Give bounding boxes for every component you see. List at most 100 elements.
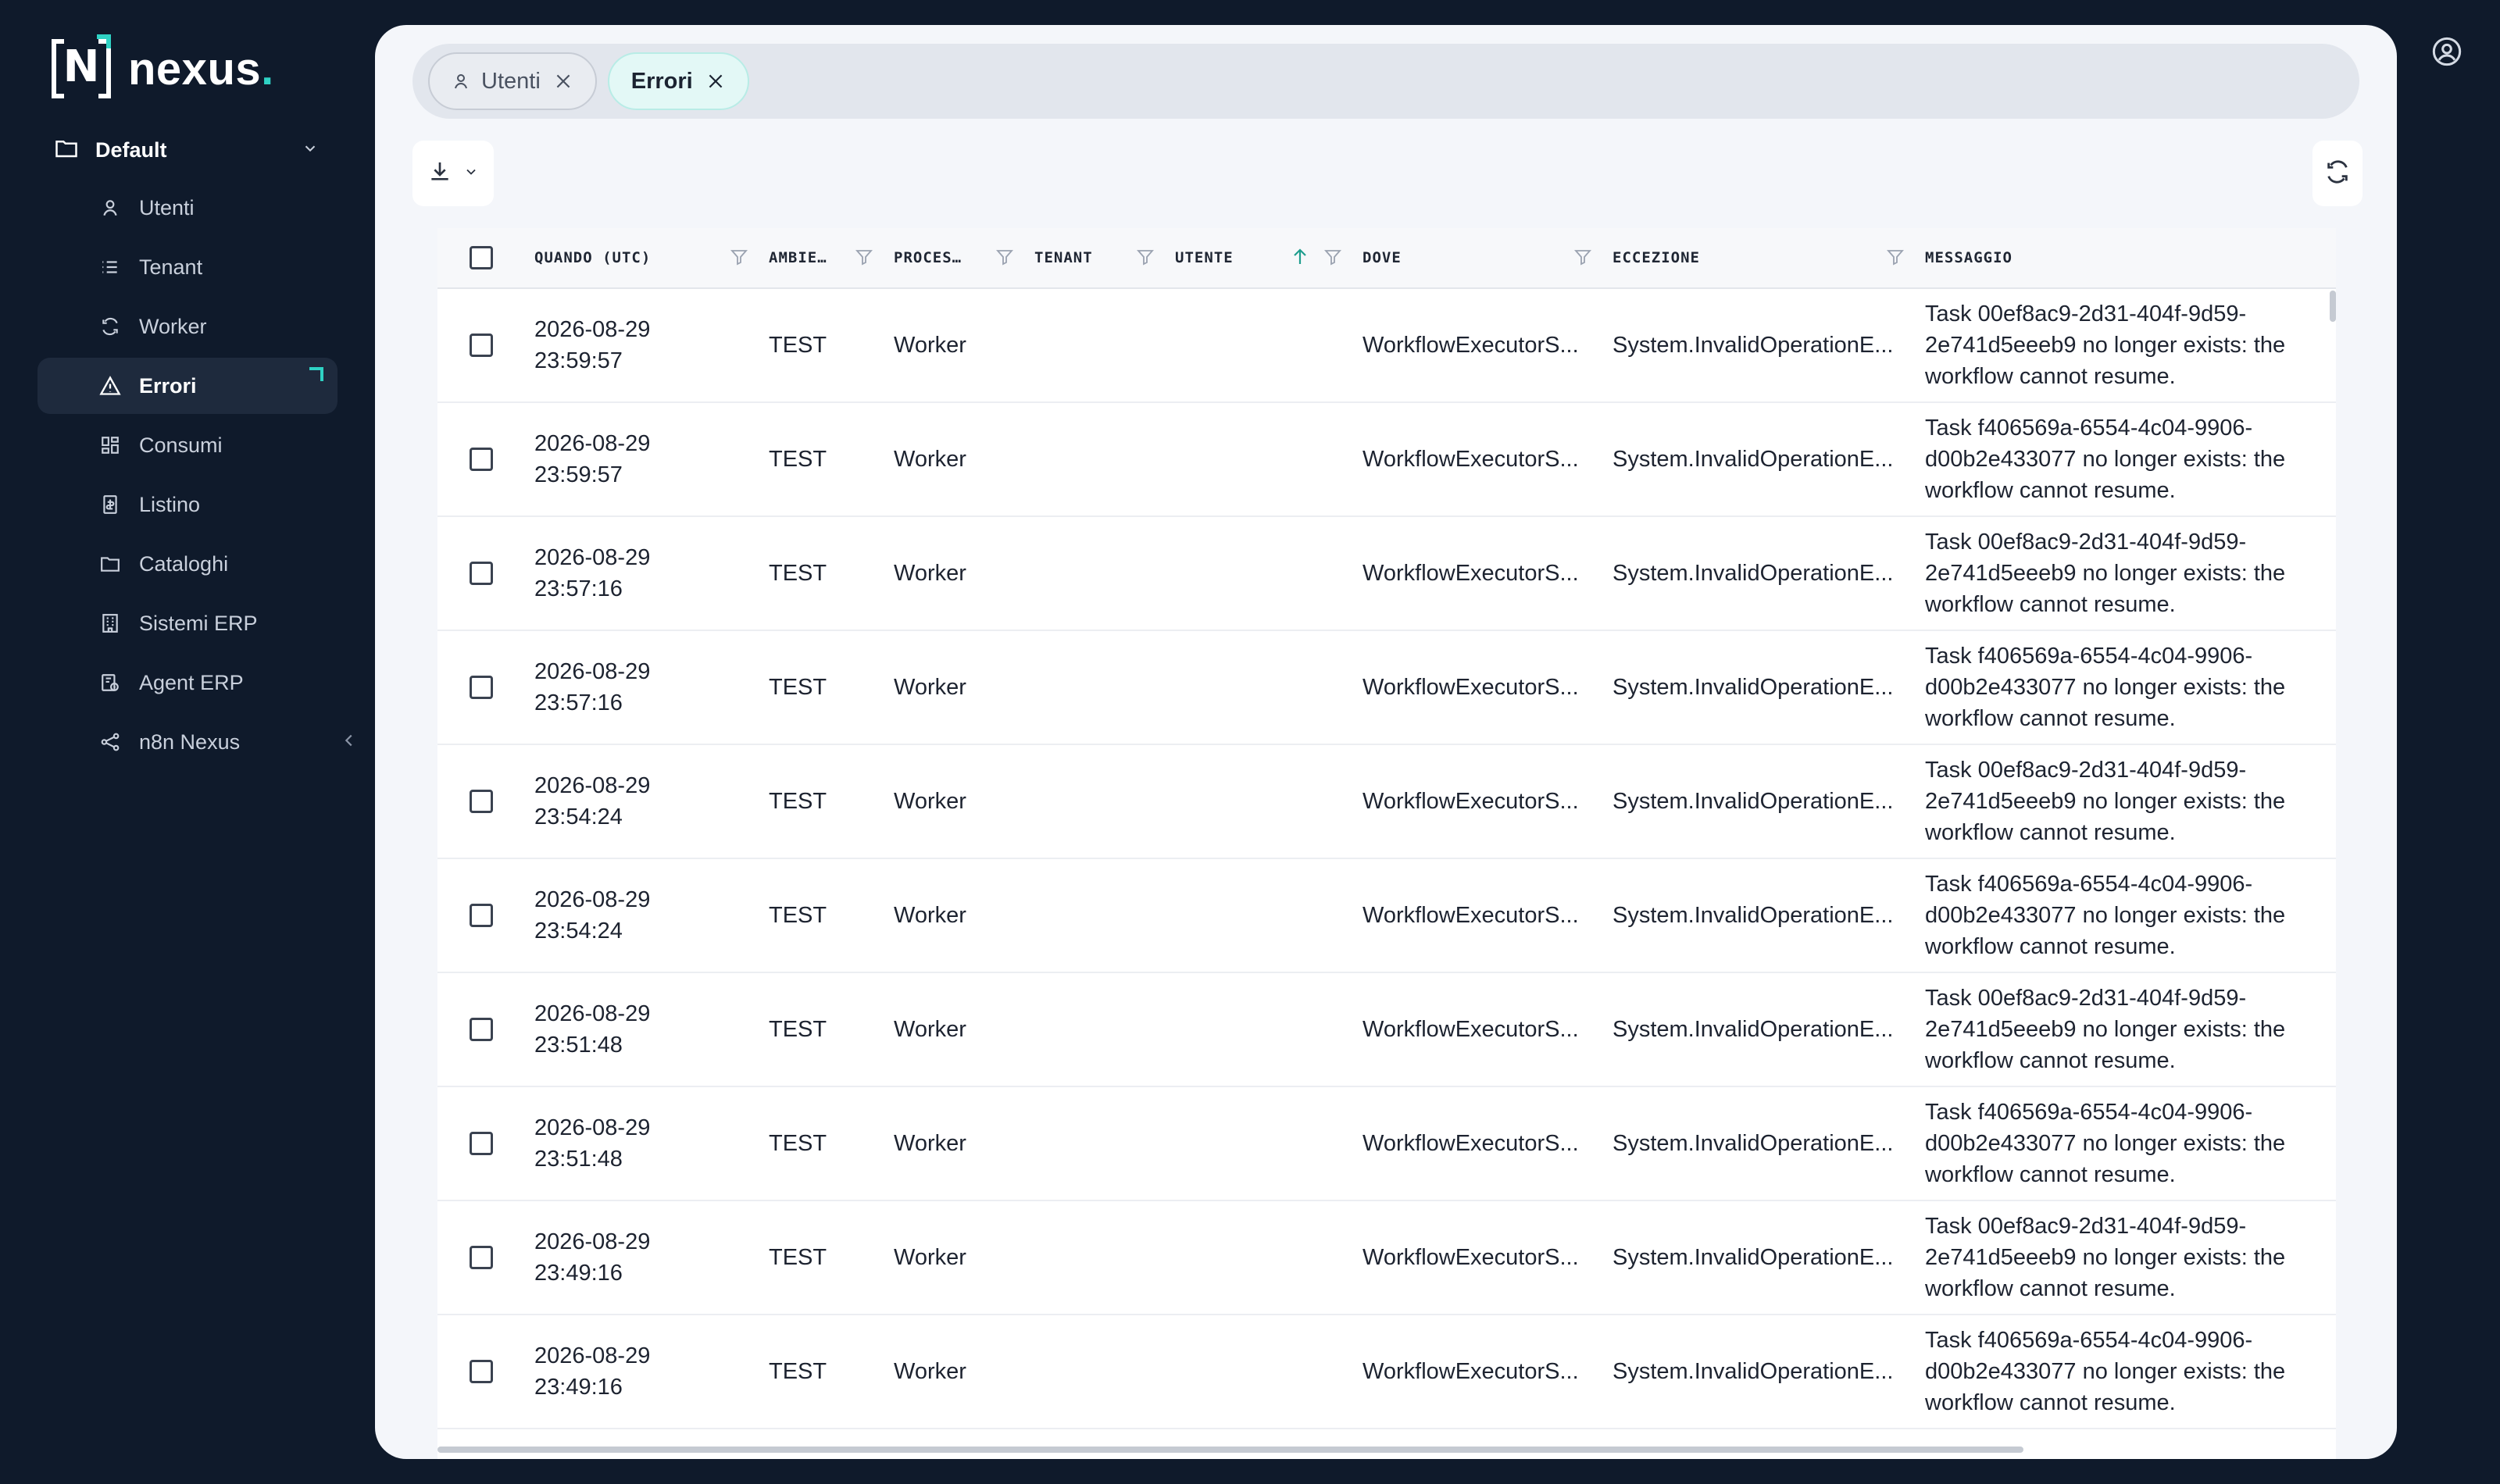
cell-where: WorkflowExecutorS... — [1353, 859, 1603, 972]
close-icon[interactable] — [705, 71, 726, 91]
filter-icon[interactable] — [1136, 247, 1155, 271]
table-row[interactable]: 2026-08-29 23:49:16 TEST Worker WorkflowExec… — [438, 1315, 2336, 1429]
column-header-environment[interactable]: AMBIE… — [759, 228, 884, 287]
filter-icon[interactable] — [1886, 247, 1905, 271]
row-checkbox[interactable] — [470, 904, 493, 927]
cell-date: 2026-08-29 — [534, 887, 651, 912]
sidebar-item-label: Cataloghi — [139, 551, 229, 576]
cell-environment: TEST — [769, 674, 827, 700]
column-header-label: UTENTE — [1175, 249, 1234, 266]
download-button[interactable] — [412, 141, 494, 206]
logo[interactable]: N nexus. — [52, 34, 274, 98]
filter-icon[interactable] — [730, 247, 748, 271]
filter-icon[interactable] — [855, 247, 873, 271]
column-header-process[interactable]: PROCES… — [884, 228, 1025, 287]
table-row[interactable]: 2026-08-29 23:54:24 TEST Worker WorkflowExec… — [438, 859, 2336, 973]
cell-exception: System.InvalidOperationE... — [1603, 1201, 1916, 1314]
table-row[interactable]: 2026-08-29 23:57:16 TEST Worker WorkflowExec… — [438, 631, 2336, 745]
table-row[interactable]: 2026-08-29 23:51:48 TEST Worker WorkflowExec… — [438, 973, 2336, 1087]
sidebar-item-tenant[interactable]: Tenant — [38, 239, 338, 295]
cell-where: WorkflowExecutorS... — [1353, 1315, 1603, 1428]
cell-where: WorkflowExecutorS... — [1353, 631, 1603, 744]
sort-ascending-icon[interactable] — [1291, 245, 1309, 273]
cell-process: Worker — [894, 332, 966, 358]
cell-date: 2026-08-29 — [534, 1001, 651, 1026]
sidebar-item-worker[interactable]: Worker — [38, 298, 338, 355]
filter-icon[interactable] — [1573, 247, 1592, 271]
cell-when: 2026-08-29 23:57:16 — [525, 517, 759, 630]
column-header-where[interactable]: DOVE — [1353, 228, 1603, 287]
cell-date: 2026-08-29 — [534, 431, 651, 456]
sidebar-item-cataloghi[interactable]: Cataloghi — [38, 536, 338, 592]
cell-time: 23:59:57 — [534, 462, 623, 487]
cell-user — [1166, 1201, 1353, 1314]
sidebar-item-n8n-nexus[interactable]: n8n Nexus — [38, 714, 338, 770]
sidebar-item-label: Tenant — [139, 255, 203, 279]
tab-utenti[interactable]: Utenti — [428, 52, 597, 110]
cell-user — [1166, 1315, 1353, 1428]
column-header-tenant[interactable]: TENANT — [1025, 228, 1166, 287]
sidebar: N nexus. Default Utenti Tenant Worker Error… — [0, 0, 367, 1484]
column-header-message[interactable]: MESSAGGIO — [1916, 228, 2336, 287]
cell-process: Worker — [894, 1016, 966, 1042]
cell-where-text: WorkflowExecutorS... — [1362, 675, 1579, 700]
sidebar-item-sistemi-erp[interactable]: Sistemi ERP — [38, 595, 338, 651]
refresh-button[interactable] — [2312, 141, 2362, 206]
row-checkbox[interactable] — [470, 448, 493, 471]
filter-icon[interactable] — [995, 247, 1014, 271]
sidebar-item-errori[interactable]: Errori — [38, 358, 338, 414]
column-header-when[interactable]: QUANDO (UTC) — [525, 228, 759, 287]
row-checkbox[interactable] — [470, 676, 493, 699]
vertical-scrollbar[interactable] — [2330, 291, 2336, 322]
cell-when: 2026-08-29 23:54:24 — [525, 859, 759, 972]
tab-errori[interactable]: Errori — [607, 52, 749, 110]
tab-label: Errori — [630, 68, 693, 94]
close-icon[interactable] — [553, 71, 573, 91]
cell-exception: System.InvalidOperationE... — [1603, 517, 1916, 630]
user-account-icon[interactable] — [2431, 36, 2462, 71]
row-checkbox[interactable] — [470, 1246, 493, 1269]
row-checkbox[interactable] — [470, 1018, 493, 1041]
folder-selector[interactable]: Default — [38, 127, 334, 173]
row-checkbox[interactable] — [470, 562, 493, 585]
cell-environment: TEST — [769, 902, 827, 928]
table-row[interactable]: 2026-08-29 23:49:16 TEST Worker WorkflowExec… — [438, 1201, 2336, 1315]
table-row[interactable]: 2026-08-29 23:54:24 TEST Worker WorkflowExec… — [438, 745, 2336, 859]
column-header-user[interactable]: UTENTE — [1166, 228, 1353, 287]
cell-message-text: Task f406569a-6554-4c04-9906-d00b2e43307… — [1925, 1100, 2286, 1187]
column-header-exception[interactable]: ECCEZIONE — [1603, 228, 1916, 287]
table-row[interactable]: 2026-08-29 23:59:57 TEST Worker WorkflowExec… — [438, 289, 2336, 403]
cell-time: 23:59:57 — [534, 348, 623, 373]
row-checkbox-cell — [438, 1315, 525, 1428]
cell-environment: TEST — [769, 1130, 827, 1156]
row-checkbox-cell — [438, 403, 525, 515]
sidebar-item-listino[interactable]: Listino — [38, 476, 338, 533]
row-checkbox[interactable] — [470, 334, 493, 357]
horizontal-scrollbar[interactable] — [438, 1447, 2023, 1453]
filter-icon[interactable] — [1323, 247, 1342, 271]
select-all-checkbox[interactable] — [470, 246, 493, 269]
table-row[interactable]: 2026-08-29 23:51:48 TEST Worker WorkflowExec… — [438, 1087, 2336, 1201]
list-icon — [98, 255, 122, 279]
cell-message-text: Task 00ef8ac9-2d31-404f-9d59-2e741d5eeeb… — [1925, 1214, 2286, 1301]
table-row[interactable]: 2026-08-29 23:59:57 TEST Worker WorkflowExec… — [438, 403, 2336, 517]
share-icon — [98, 730, 122, 754]
cell-message: Task f406569a-6554-4c04-9906-d00b2e43307… — [1916, 1087, 2336, 1200]
cell-message: Task f406569a-6554-4c04-9906-d00b2e43307… — [1916, 631, 2336, 744]
collapse-sidebar-icon[interactable] — [341, 730, 358, 754]
row-checkbox[interactable] — [470, 1360, 493, 1383]
sidebar-item-label: Errori — [139, 373, 197, 398]
cell-user — [1166, 289, 1353, 401]
cell-exception-text: System.InvalidOperationE... — [1612, 333, 1894, 358]
folder-label: Default — [95, 137, 167, 162]
sidebar-item-agent-erp[interactable]: Agent ERP — [38, 655, 338, 711]
sidebar-item-consumi[interactable]: Consumi — [38, 417, 338, 473]
row-checkbox[interactable] — [470, 1132, 493, 1155]
cell-user — [1166, 745, 1353, 858]
table-row[interactable]: 2026-08-29 23:57:16 TEST Worker WorkflowExec… — [438, 517, 2336, 631]
row-checkbox[interactable] — [470, 790, 493, 813]
cell-time: 23:57:16 — [534, 690, 623, 715]
sidebar-item-utenti[interactable]: Utenti — [38, 180, 338, 236]
cell-user — [1166, 517, 1353, 630]
cell-exception-text: System.InvalidOperationE... — [1612, 903, 1894, 928]
